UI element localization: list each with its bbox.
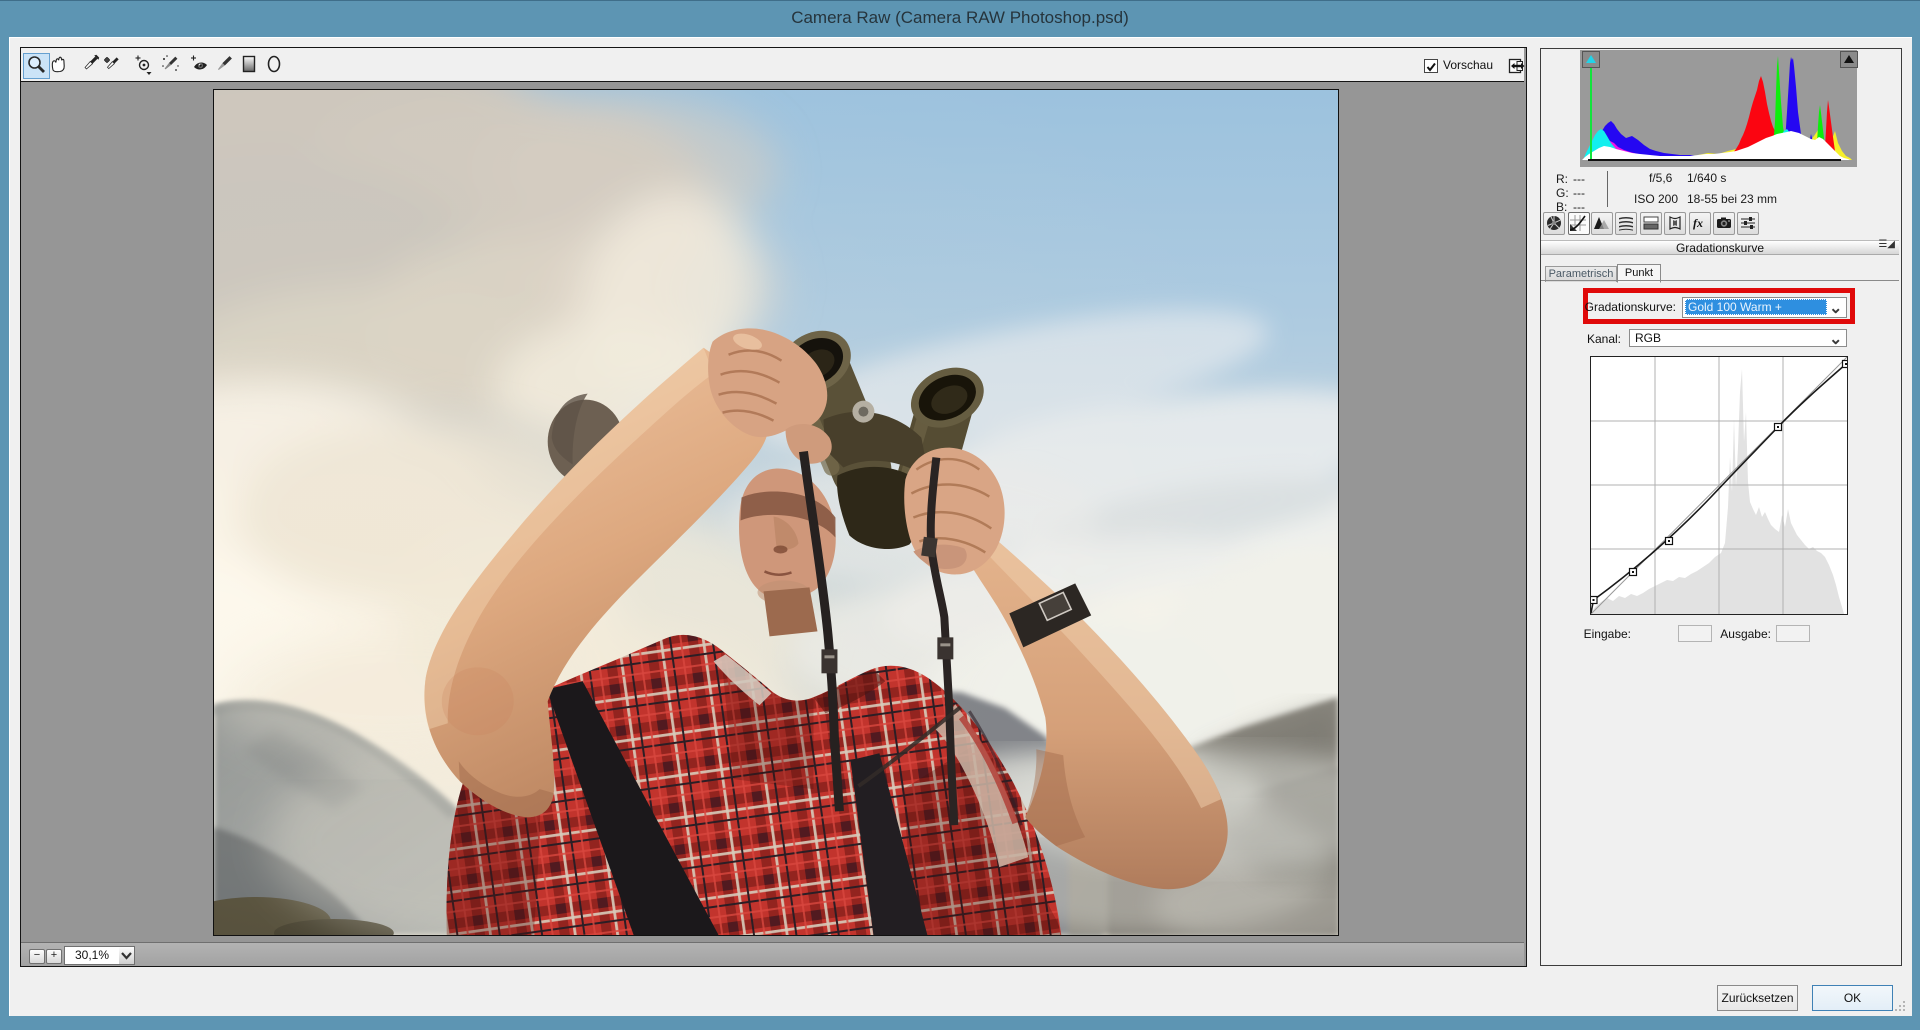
svg-text:fx: fx (1693, 216, 1703, 230)
